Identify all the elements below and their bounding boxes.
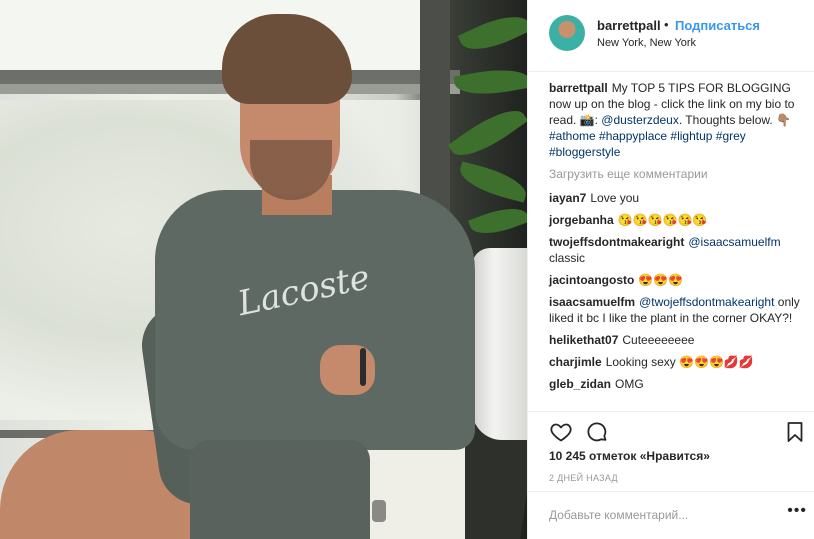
bracelet [360,348,366,386]
person-shorts [190,440,370,539]
caption-text-after: . Thoughts below. 👇🏽 [678,113,791,127]
load-more-comments[interactable]: Загрузить еще комментарии [549,166,807,182]
post-header: barrettpall • Подписаться New York, New … [528,0,814,72]
comment: jorgebanha 😘😘😘😘😘😘 [549,212,807,228]
location-link[interactable]: New York, New York [597,37,696,49]
plant-leaf [453,63,527,101]
comment-mention[interactable]: @twojeffsdontmakearight [639,295,774,309]
comment-icon[interactable] [585,420,609,444]
comment-text: Love you [590,191,640,205]
comment-text: OMG [615,377,644,391]
caption-username[interactable]: barrettpall [549,81,608,95]
comment-mention[interactable]: @isaacsamuelfm [688,235,780,249]
plant-leaf [447,99,527,167]
bookmark-icon[interactable] [783,420,807,444]
post: Lacoste barrettpall • Подписаться New Yo… [0,0,814,539]
comment-username[interactable]: isaacsamuelfm [549,295,635,309]
comment-username[interactable]: twojeffsdontmakearight [549,235,684,249]
plant-leaf [456,161,527,203]
comment: gleb_zidan OMG [549,376,807,392]
comment-text: 😍😍😍 [638,273,684,287]
comment-username[interactable]: jacintoangosto [549,273,634,287]
comment: isaacsamuelfm @twojeffsdontmakearight onl… [549,294,807,326]
add-comment-input[interactable] [549,503,779,527]
comment: helikethat07 Cuteeeeeeee [549,332,807,348]
caption-mention[interactable]: @dusterzdeux [601,113,679,127]
likes-count[interactable]: 10 245 отметок «Нравится» [549,449,710,463]
header-separator: • [664,17,669,32]
post-date[interactable]: 2 ДНЕЙ НАЗАД [549,473,618,483]
person-hand [320,345,375,395]
plant-leaf [457,6,527,60]
comment-text: 😘😘😘😘😘😘 [617,213,708,227]
comment: iayan7 Love you [549,190,807,206]
header-username[interactable]: barrettpall [597,18,661,33]
heart-icon[interactable] [549,420,573,444]
follow-button[interactable]: Подписаться [675,18,760,33]
post-photo[interactable]: Lacoste [0,0,527,539]
post-actions: 10 245 отметок «Нравится» 2 ДНЕЙ НАЗАД [528,411,814,491]
caption-hashtags[interactable]: #athome #happyplace #lightup #grey #blog… [549,129,746,159]
comment: jacintoangosto 😍😍😍 [549,272,807,288]
window-glass [0,0,440,70]
add-comment-section: ••• [528,491,814,539]
person-sweater [155,190,475,450]
comments-list: barrettpall My TOP 5 TIPS FOR BLOGGING no… [549,80,807,398]
plant-pot [472,248,527,440]
comment-username[interactable]: helikethat07 [549,333,618,347]
comment-username[interactable]: iayan7 [549,191,586,205]
comment-text: Cuteeeeeeee [622,333,695,347]
comment-username[interactable]: jorgebanha [549,213,614,227]
caption: barrettpall My TOP 5 TIPS FOR BLOGGING no… [549,80,807,160]
comment-username[interactable]: gleb_zidan [549,377,611,391]
post-sidebar: barrettpall • Подписаться New York, New … [527,0,814,539]
comment: charjimle Looking sexy 😍😍😍💋💋 [549,354,807,370]
more-options-icon[interactable]: ••• [787,502,807,520]
comment: twojeffsdontmakearight @isaacsamuelfm cla… [549,234,807,266]
cabinet-knob [372,500,386,522]
avatar[interactable] [549,15,585,51]
plant-leaf [467,200,527,242]
comment-text: classic [549,251,586,265]
comment-username[interactable]: charjimle [549,355,602,369]
comment-text: Looking sexy 😍😍😍💋💋 [605,355,754,369]
